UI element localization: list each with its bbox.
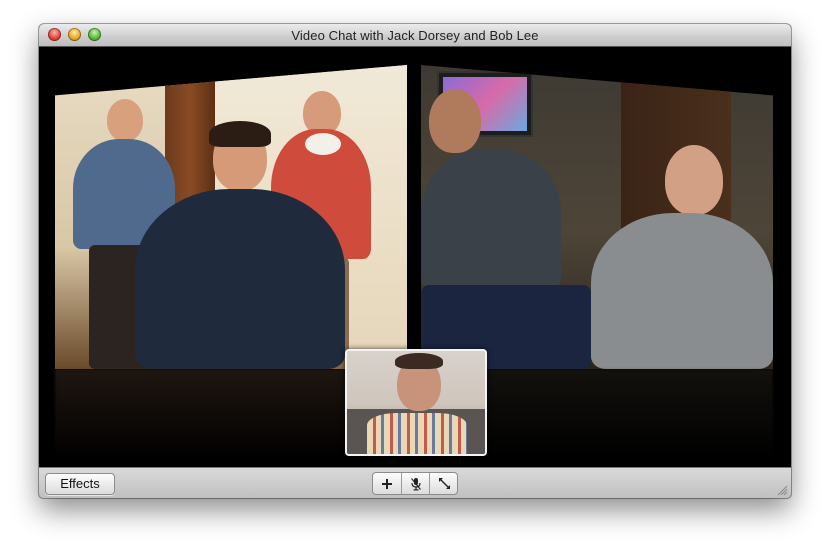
head [429,89,481,153]
remote-video-right [421,65,773,369]
video-stage [39,47,791,467]
fullscreen-icon [438,478,450,489]
self-shirt [367,413,467,454]
remote-video-left [55,65,407,369]
add-participant-button[interactable] [373,473,401,494]
video-chat-window: Video Chat with Jack Dorsey and Bob Lee [39,24,791,498]
torso [591,213,773,369]
microphone-icon [411,477,421,490]
window-title: Video Chat with Jack Dorsey and Bob Lee [291,28,539,43]
person-seated-right [591,145,773,369]
self-preview[interactable] [345,349,487,456]
effects-button[interactable]: Effects [45,473,115,495]
person-seated-left [421,89,591,369]
self-hair [395,353,443,369]
person-front [135,121,345,369]
head [665,145,723,215]
call-controls [372,472,458,495]
fullscreen-button[interactable] [429,473,457,494]
torso [421,149,561,289]
title-bar[interactable]: Video Chat with Jack Dorsey and Bob Lee [39,24,791,47]
hair [209,121,271,147]
torso [135,189,345,369]
bottom-toolbar: Effects [39,467,791,498]
mute-button[interactable] [401,473,430,494]
resize-grip-icon[interactable] [777,485,788,496]
plus-icon [382,478,392,489]
